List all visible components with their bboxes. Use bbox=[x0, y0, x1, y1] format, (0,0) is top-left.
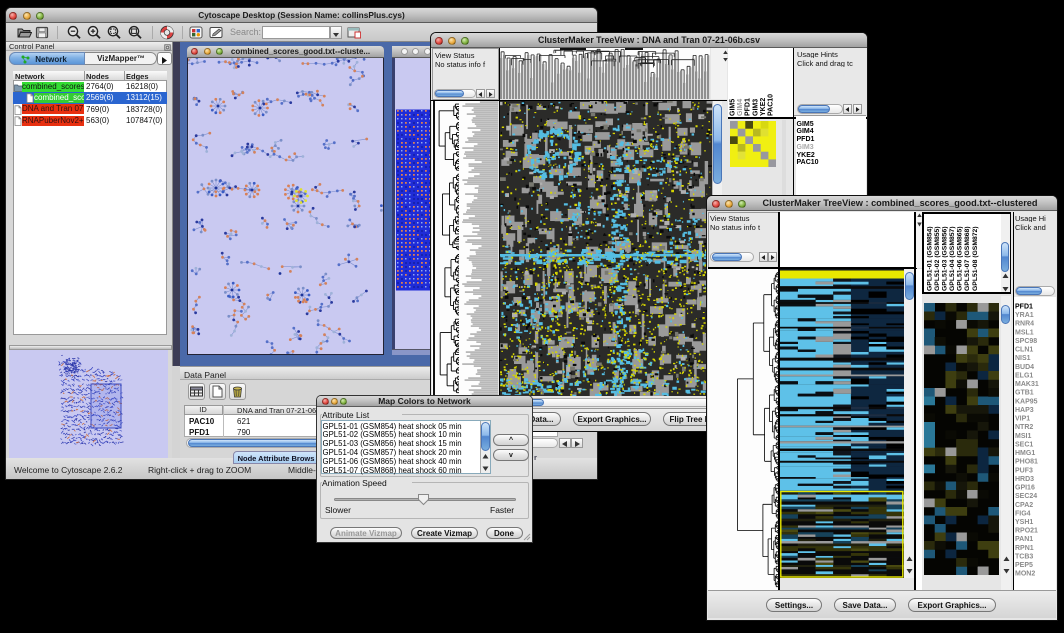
svg-text:VIP1: VIP1 bbox=[1015, 416, 1030, 423]
svg-text:CPA2: CPA2 bbox=[1015, 502, 1033, 509]
svg-text:GPL51-04 (GSM857): GPL51-04 (GSM857) bbox=[949, 226, 956, 291]
svg-text:PHO81: PHO81 bbox=[1015, 459, 1038, 466]
svg-text:GTB1: GTB1 bbox=[1015, 390, 1034, 397]
svg-text:KAP95: KAP95 bbox=[1015, 398, 1038, 405]
svg-text:HMG1: HMG1 bbox=[1015, 450, 1035, 457]
svg-text:GIM3: GIM3 bbox=[752, 99, 759, 116]
svg-text:BUD4: BUD4 bbox=[1015, 364, 1034, 371]
svg-text:RNR4: RNR4 bbox=[1015, 321, 1034, 328]
svg-text:CLN1: CLN1 bbox=[1015, 347, 1033, 354]
svg-text:FIG4: FIG4 bbox=[1015, 510, 1031, 517]
svg-text:RPN1: RPN1 bbox=[1015, 545, 1034, 552]
svg-text:NTR2: NTR2 bbox=[1015, 424, 1033, 431]
svg-text:GPL51-03 (GSM856): GPL51-03 (GSM856) bbox=[941, 226, 948, 291]
svg-text:SPC98: SPC98 bbox=[1015, 338, 1037, 345]
svg-text:PUF3: PUF3 bbox=[1015, 467, 1033, 474]
svg-text:MAK31: MAK31 bbox=[1015, 381, 1039, 388]
svg-text:PFD1: PFD1 bbox=[745, 98, 752, 116]
svg-text:HRD3: HRD3 bbox=[1015, 476, 1034, 483]
svg-text:GPI16: GPI16 bbox=[1015, 485, 1035, 492]
svg-text:GPL51-06 (GSM865): GPL51-06 (GSM865) bbox=[956, 226, 963, 291]
svg-text:HAP3: HAP3 bbox=[1015, 407, 1034, 414]
svg-text:GIM4: GIM4 bbox=[737, 99, 744, 116]
svg-text:ELG1: ELG1 bbox=[1015, 373, 1033, 380]
svg-text:MON2: MON2 bbox=[1015, 571, 1035, 578]
svg-text:GPL51-01 (GSM854): GPL51-01 (GSM854) bbox=[926, 226, 933, 291]
svg-text:GIM5: GIM5 bbox=[730, 99, 737, 116]
svg-text:MSL1: MSL1 bbox=[1015, 329, 1034, 336]
svg-text:YSH1: YSH1 bbox=[1015, 519, 1033, 526]
svg-text:TCB3: TCB3 bbox=[1015, 554, 1033, 561]
svg-text:PEP5: PEP5 bbox=[1015, 562, 1033, 569]
svg-text:PFD1: PFD1 bbox=[1015, 304, 1033, 311]
svg-text:YKE2: YKE2 bbox=[760, 98, 767, 116]
svg-text:SEC1: SEC1 bbox=[1015, 441, 1033, 448]
svg-text:MSI1: MSI1 bbox=[1015, 433, 1031, 440]
svg-text:YRA1: YRA1 bbox=[1015, 312, 1034, 319]
svg-text:SEC24: SEC24 bbox=[1015, 493, 1037, 500]
svg-text:RPO21: RPO21 bbox=[1015, 528, 1038, 535]
svg-text:GPL51-07 (GSM868): GPL51-07 (GSM868) bbox=[964, 226, 971, 291]
svg-text:NIS1: NIS1 bbox=[1015, 355, 1031, 362]
svg-text:PAC10: PAC10 bbox=[768, 94, 775, 116]
svg-text:GPL51-08 (GSM872): GPL51-08 (GSM872) bbox=[971, 226, 978, 291]
svg-text:PAN1: PAN1 bbox=[1015, 536, 1033, 543]
svg-text:GPL51-02 (GSM855): GPL51-02 (GSM855) bbox=[934, 226, 941, 291]
